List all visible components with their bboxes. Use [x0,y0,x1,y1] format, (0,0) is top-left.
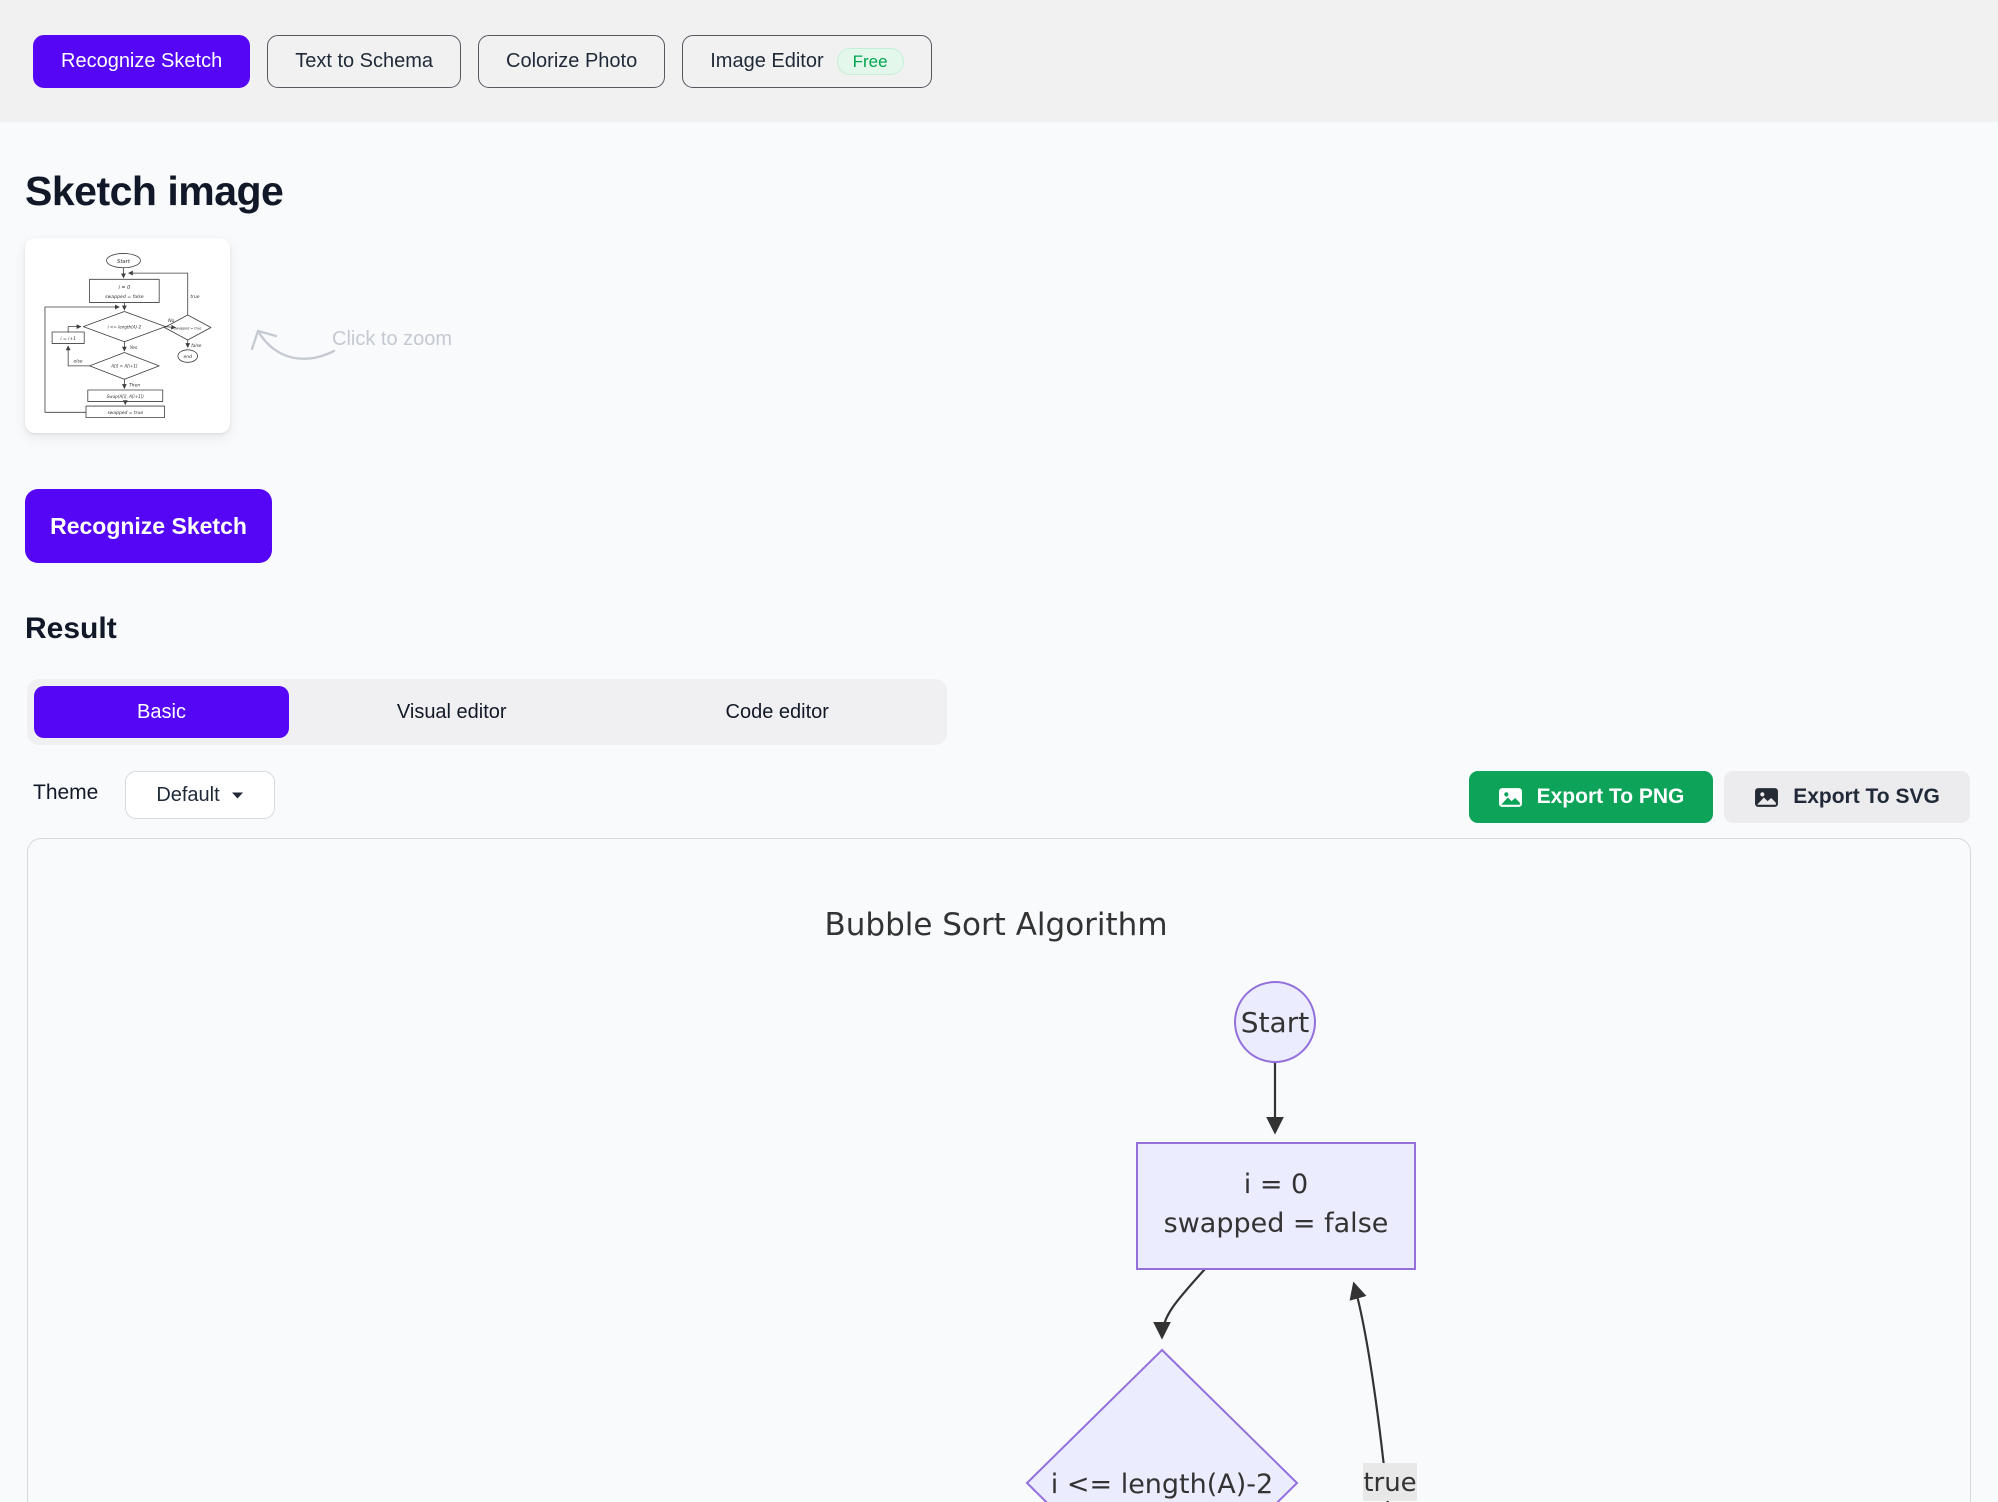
node-condition-label: i <= length(A)-2 [1051,1469,1273,1500]
result-heading: Result [25,612,117,646]
click-to-zoom-hint: Click to zoom [332,328,452,351]
diagram-panel: Bubble Sort Algorithm true Start i = 0 s… [27,838,1971,1502]
sketch-label: else [74,358,83,364]
app-tab-bar: Recognize Sketch Text to Schema Colorize… [0,0,1998,122]
sketch-label: Then [129,382,141,388]
sketch-label: Start [117,258,131,264]
node-init [1137,1143,1415,1269]
sketch-label: end [184,353,193,359]
edge-label-true: true [1363,1468,1416,1498]
tab-visual-editor[interactable]: Visual editor [289,686,615,738]
tab-text-to-schema[interactable]: Text to Schema [267,35,461,88]
tab-basic[interactable]: Basic [34,686,289,738]
sketch-label: swapped = true [107,410,143,416]
node-init-line1: i = 0 [1244,1169,1308,1200]
sketch-label: i = i+1 [60,336,76,342]
image-icon [1498,787,1523,808]
tab-code-editor[interactable]: Code editor [615,686,941,738]
sketch-label: i <= length(A)-2 [108,324,142,329]
tab-colorize-photo[interactable]: Colorize Photo [478,35,665,88]
curved-arrow-icon [248,315,338,367]
sketch-image-heading: Sketch image [25,168,283,215]
sketch-label: true [190,294,199,300]
tab-image-editor[interactable]: Image Editor Free [682,35,931,88]
export-to-png-button[interactable]: Export To PNG [1469,771,1713,823]
theme-dropdown[interactable]: Default [125,771,275,819]
edge-init-to-condition [1162,1269,1205,1337]
tab-image-editor-label: Image Editor [710,50,823,73]
export-to-png-label: Export To PNG [1537,785,1685,809]
recognize-sketch-button[interactable]: Recognize Sketch [25,489,272,563]
sketch-label: Yes [130,344,138,350]
diagram-title: Bubble Sort Algorithm [824,907,1167,943]
tab-recognize-sketch[interactable]: Recognize Sketch [33,35,250,88]
sketch-label: No [168,318,174,324]
result-view-tabs: Basic Visual editor Code editor [27,679,947,745]
node-start-label: Start [1241,1006,1309,1039]
flowchart-canvas: Bubble Sort Algorithm true Start i = 0 s… [28,839,1970,1502]
chevron-down-icon [231,791,244,800]
image-icon [1754,787,1779,808]
sketch-label: false [191,343,202,349]
sketch-label: swapped = false [105,294,144,300]
export-to-svg-label: Export To SVG [1793,785,1940,809]
export-to-svg-button[interactable]: Export To SVG [1724,771,1970,823]
sketch-label: Swap(A[i], A[i+1]) [107,394,145,399]
sketch-drawing: Start i = 0 swapped = false i <= length(… [36,249,219,423]
node-init-line2: swapped = false [1164,1208,1389,1239]
sketch-label: A[i] > A[i+1] [110,363,138,368]
theme-label: Theme [33,781,98,805]
sketch-thumbnail[interactable]: Start i = 0 swapped = false i <= length(… [25,238,230,433]
sketch-label: swapped = true [174,326,201,330]
sketch-label: i = 0 [119,285,131,291]
theme-dropdown-value: Default [156,784,219,807]
free-badge: Free [837,48,904,75]
